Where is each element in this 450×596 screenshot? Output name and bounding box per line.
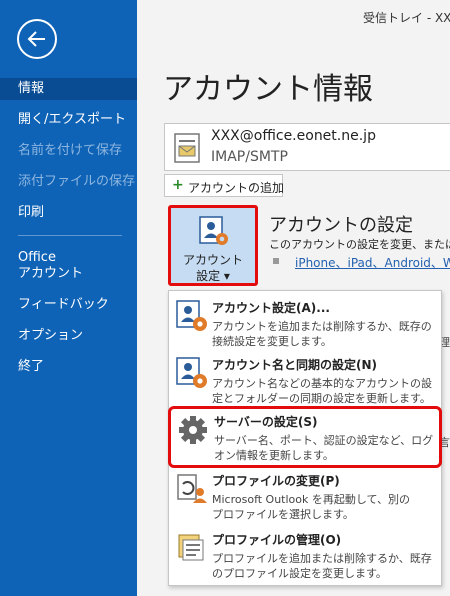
menu-item-account-name-sync[interactable]: アカウント名と同期の設定(N) アカウント名などの基本的なアカウントの設 定とフ…: [169, 352, 441, 408]
menu-item-desc: 接続設定を変更します。: [212, 335, 332, 348]
menu-item-desc: 定とフォルダーの同期の設定を更新します。: [212, 392, 431, 405]
menu-item-desc: アカウントを追加または削除するか、既存の: [212, 320, 432, 333]
bullet: [273, 258, 279, 264]
page-title: アカウント情報: [163, 72, 373, 107]
menu-item-change-profile[interactable]: プロファイルの変更(P) Microsoft Outlook を再起動して、別の…: [169, 468, 441, 524]
back-button[interactable]: [17, 19, 57, 59]
profile-change-icon: [177, 474, 207, 503]
account-settings-button[interactable]: アカウント 設定 ▾: [168, 205, 258, 286]
menu-item-account-settings[interactable]: アカウント設定(A)... アカウントを追加または削除するか、既存の 接続設定を…: [169, 295, 441, 351]
account-settings-dropdown: アカウント設定(A)... アカウントを追加または削除するか、既存の 接続設定を…: [168, 290, 442, 586]
back-arrow-icon: [27, 31, 45, 47]
menu-item-desc: プロファイルを選択します。: [212, 508, 354, 521]
account-card-icon: [174, 133, 200, 163]
sidebar-item-exit[interactable]: 終了: [0, 359, 137, 375]
sidebar-item-feedback[interactable]: フィードバック: [0, 297, 137, 313]
backstage-sidebar: 情報 開く/エクスポート 名前を付けて保存 添付ファイルの保存 印刷 Offic…: [0, 0, 137, 596]
sidebar-item-options[interactable]: オプション: [0, 328, 137, 344]
add-account-label: アカウントの追加: [188, 181, 285, 195]
menu-item-desc: アカウント名などの基本的なアカウントの設: [212, 377, 432, 390]
account-settings-description: このアカウントの設定を変更、または追: [269, 238, 450, 251]
account-settings-label-line1: アカウント: [182, 253, 243, 267]
profile-manage-icon: [178, 534, 204, 561]
gear-icon: [179, 416, 207, 444]
sidebar-divider: [18, 235, 122, 236]
account-settings-heading: アカウントの設定: [269, 215, 413, 236]
menu-item-title: アカウント名と同期の設定(N): [212, 358, 378, 372]
menu-item-desc: オン情報を更新します。: [214, 449, 334, 462]
menu-item-desc: のプロファイル設定を変更します。: [212, 567, 387, 580]
account-gear-icon: [176, 300, 207, 331]
sidebar-item-office-account-line1[interactable]: Office: [0, 250, 137, 266]
menu-item-title: アカウント設定(A)...: [212, 301, 330, 315]
sidebar-item-save-attachments: 添付ファイルの保存: [18, 174, 136, 189]
menu-item-desc: サーバー名、ポート、認証の設定など、ログ: [214, 434, 434, 447]
menu-item-server-settings[interactable]: サーバーの設定(S) サーバー名、ポート、認証の設定など、ログ オン情報を更新し…: [168, 406, 442, 468]
account-type: IMAP/SMTP: [211, 149, 288, 165]
menu-item-manage-profiles[interactable]: プロファイルの管理(O) プロファイルを追加または削除するか、既存 のプロファイ…: [169, 527, 441, 583]
menu-item-title: プロファイルの管理(O): [212, 533, 342, 547]
menu-item-desc: プロファイルを追加または削除するか、既存: [212, 552, 432, 565]
add-account-button[interactable]: + アカウントの追加: [164, 174, 285, 197]
account-gear-icon: [199, 216, 228, 245]
sidebar-item-office-account-line2[interactable]: アカウント: [0, 266, 137, 282]
menu-item-desc: Microsoft Outlook を再起動して、別の: [212, 493, 411, 506]
menu-item-title: プロファイルの変更(P): [212, 474, 340, 488]
sidebar-item-save-as: 名前を付けて保存: [18, 143, 123, 158]
account-email: XXX@office.eonet.ne.jp: [211, 128, 376, 144]
plus-icon: +: [172, 177, 184, 193]
mobile-setup-link[interactable]: iPhone、iPad、Android、Win: [295, 254, 450, 271]
sidebar-item-open-export[interactable]: 開く/エクスポート: [0, 112, 137, 128]
account-settings-label-line2: 設定 ▾: [196, 269, 230, 283]
sidebar-item-info[interactable]: 情報: [0, 78, 137, 100]
account-selector[interactable]: XXX@office.eonet.ne.jp IMAP/SMTP: [164, 123, 450, 171]
account-gear-icon: [176, 357, 207, 388]
window-title: 受信トレイ - XXX: [363, 11, 450, 25]
sidebar-item-print[interactable]: 印刷: [0, 205, 137, 221]
menu-item-title: サーバーの設定(S): [214, 415, 318, 429]
